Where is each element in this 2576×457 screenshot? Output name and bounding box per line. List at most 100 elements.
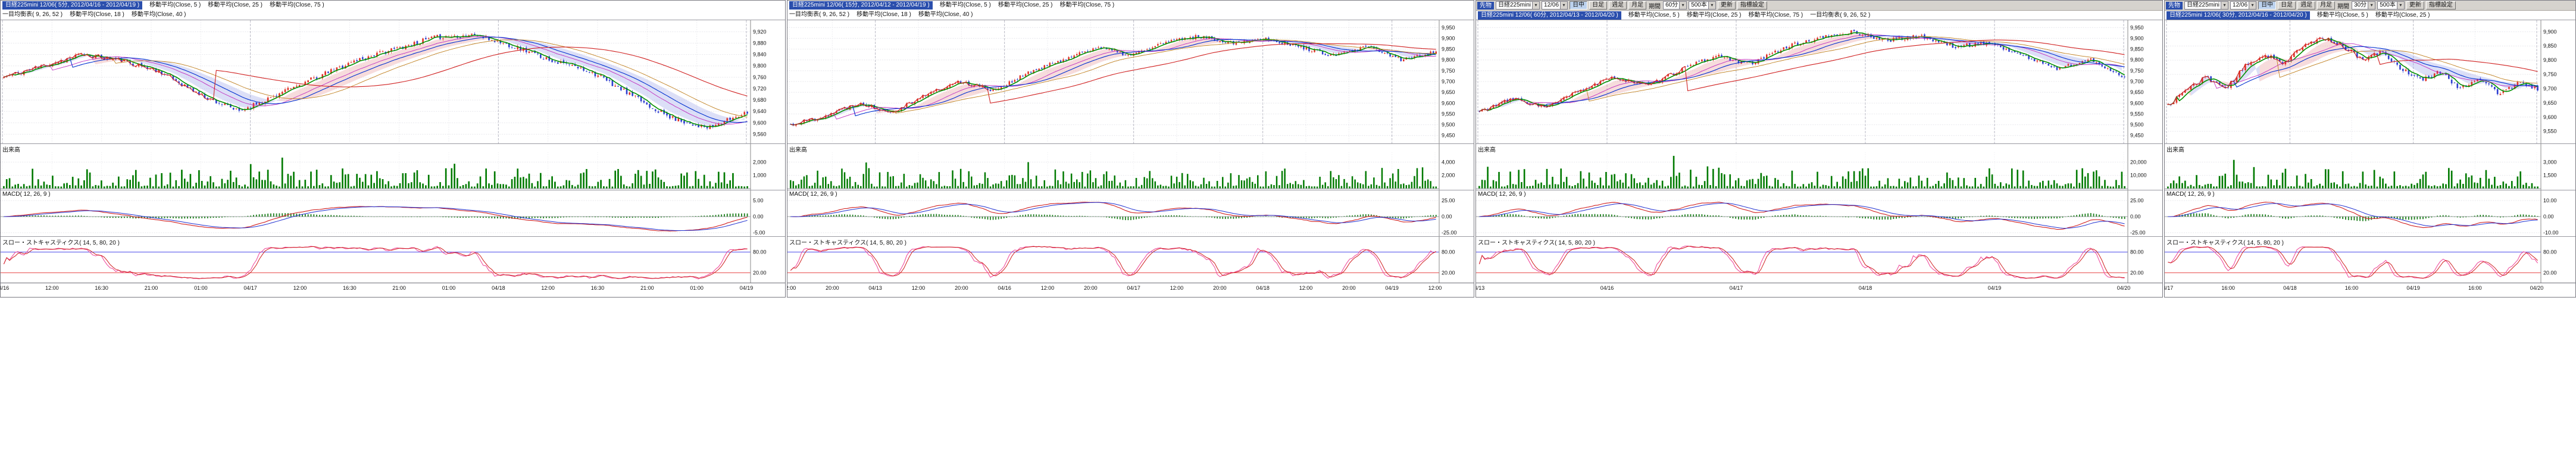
interval-button-4[interactable]: 月足: [1628, 1, 1646, 10]
volume-tick-label: 20,000: [2130, 159, 2147, 165]
interval-button-3[interactable]: 週足: [2297, 1, 2315, 10]
price-tick-label: 9,850: [1442, 46, 1455, 52]
interval-button-3[interactable]: 週足: [1609, 1, 1627, 10]
legend-item: 移動平均(Close, 18 ): [856, 10, 911, 20]
instrument-group-chip: 先物: [2166, 2, 2183, 10]
price-tick-label: 9,550: [2543, 129, 2557, 134]
price-chart-section: 9,9509,9009,8509,8009,7509,7009,6509,600…: [787, 20, 1474, 144]
time-axis-label: 04/13: [865, 285, 886, 291]
macd-tick-label: -10.00: [2543, 230, 2559, 236]
time-axis-label: 12:00: [908, 285, 929, 291]
time-axis-label: 04/20: [2114, 285, 2134, 291]
time-axis: 04/1304/1604/1704/1804/1904/20: [1476, 283, 2162, 298]
legend-item: 移動平均(Close, 5 ): [940, 1, 991, 10]
time-axis: 12:0020:0004/1312:0020:0004/1612:0020:00…: [787, 283, 1474, 298]
contract-select[interactable]: 12/06: [2230, 1, 2256, 10]
price-tick-label: 9,600: [1442, 100, 1455, 106]
legend-item: 一目均衡表( 9, 26, 52 ): [2, 10, 62, 20]
time-axis-label: 04/16: [995, 285, 1015, 291]
interval-button-1[interactable]: 日中: [1570, 1, 1587, 10]
macd-tick-label: 10.00: [2543, 198, 2557, 204]
stoch-tick-label: 20.00: [1442, 270, 1455, 276]
time-axis-label: 12:00: [1037, 285, 1058, 291]
price-chart-section: 9,9009,8509,8009,7509,7009,6509,6009,550: [2165, 20, 2575, 144]
price-tick-label: 9,600: [2543, 114, 2557, 120]
chart-title: 日経225mini 12/06( 5分, 2012/04/16 - 2012/0…: [2, 1, 142, 10]
price-tick-label: 9,650: [2130, 89, 2144, 95]
time-axis-label: 04/18: [488, 285, 508, 291]
price-tick-label: 9,550: [2130, 111, 2144, 117]
chart-canvas: 9,9009,8509,8009,7509,7009,6509,6009,550: [2165, 20, 2575, 144]
price-tick-label: 9,750: [1442, 68, 1455, 74]
interval-button-2[interactable]: 日足: [1589, 1, 1607, 10]
time-axis-label: 20:00: [1339, 285, 1359, 291]
stochastics-label: スロー・ストキャスティクス( 14, 5, 80, 20 ): [1478, 237, 1595, 246]
price-tick-label: 9,700: [2130, 79, 2144, 84]
period-select[interactable]: 60分: [1663, 1, 1687, 10]
volume-section: 出来高4,0002,000: [787, 143, 1474, 190]
macd-section: MACD( 12, 26, 9 )10.000.00-10.00: [2165, 190, 2575, 237]
price-tick-label: 9,450: [2130, 133, 2144, 139]
legend-row: 一目均衡表( 9, 26, 52 )移動平均(Close, 18 )移動平均(C…: [787, 10, 1474, 20]
period-select[interactable]: 30分: [2352, 1, 2375, 10]
interval-button-1[interactable]: 日中: [2258, 1, 2276, 10]
stoch-tick-label: 20.00: [2130, 270, 2144, 276]
legend-row: 日経225mini 12/06( 5分, 2012/04/16 - 2012/0…: [1, 1, 785, 10]
volume-label: 出来高: [1478, 145, 1496, 154]
volume-label: 出来高: [789, 145, 807, 154]
chart-title: 日経225mini 12/06( 15分, 2012/04/12 - 2012/…: [789, 1, 933, 10]
time-axis-label: 01:00: [190, 285, 211, 291]
price-tick-label: 9,800: [753, 63, 767, 69]
time-axis-label: 04/18: [1253, 285, 1273, 291]
price-tick-label: 9,700: [2543, 86, 2557, 92]
macd-tick-label: 0.00: [753, 214, 764, 220]
chart-canvas: 9,9509,9009,8509,8009,7509,7009,6509,600…: [1476, 20, 2162, 144]
chart-canvas: 9,9509,9009,8509,8009,7509,7009,6509,600…: [787, 20, 1474, 144]
price-tick-label: 9,750: [2543, 71, 2557, 77]
legend-item: 移動平均(Close, 5 ): [2317, 11, 2368, 20]
symbol-select[interactable]: 日経225mini: [1496, 1, 1540, 10]
volume-tick-label: 1,500: [2543, 173, 2557, 179]
legend-item: 移動平均(Close, 25 ): [998, 1, 1053, 10]
price-tick-label: 9,450: [1442, 133, 1455, 139]
volume-section: 出来高2,0001,000: [1, 143, 785, 190]
symbol-select[interactable]: 日経225mini: [2184, 1, 2228, 10]
price-tick-label: 9,900: [2130, 35, 2144, 41]
stochastics-section: スロー・ストキャスティクス( 14, 5, 80, 20 )80.0020.00: [2165, 236, 2575, 283]
apply-button[interactable]: 更新: [1718, 1, 1736, 10]
stochastics-label: スロー・ストキャスティクス( 14, 5, 80, 20 ): [2, 237, 120, 246]
price-tick-label: 9,500: [1442, 122, 1455, 128]
time-axis-label: 20:00: [822, 285, 842, 291]
price-tick-label: 9,680: [753, 97, 767, 103]
indicator-settings-button[interactable]: 指標設定: [2426, 1, 2456, 10]
interval-button-4[interactable]: 月足: [2317, 1, 2335, 10]
indicator-settings-button[interactable]: 指標設定: [1737, 1, 1767, 10]
macd-tick-label: 5.00: [753, 198, 764, 204]
apply-button[interactable]: 更新: [2406, 1, 2424, 10]
bars-select[interactable]: 500本: [2377, 1, 2405, 10]
time-axis: 04/1716:0004/1816:0004/1916:0004/20: [2165, 283, 2575, 298]
volume-label: 出来高: [2167, 145, 2184, 154]
time-axis-label: 12:00: [1296, 285, 1316, 291]
time-axis-label: 16:00: [2465, 285, 2485, 291]
time-axis-label: 04/17: [1124, 285, 1144, 291]
macd-section: MACD( 12, 26, 9 )5.000.00-5.00: [1, 190, 785, 237]
bars-select[interactable]: 500本: [1689, 1, 1716, 10]
price-tick-label: 9,720: [753, 86, 767, 92]
interval-button-2[interactable]: 日足: [2278, 1, 2296, 10]
time-axis-label: 12:00: [1425, 285, 1445, 291]
time-axis-label: 04/13: [1475, 285, 1488, 291]
macd-label: MACD( 12, 26, 9 ): [2167, 191, 2215, 198]
chart-canvas: 3,0001,500: [2165, 144, 2575, 190]
price-tick-label: 9,800: [2543, 57, 2557, 63]
price-tick-label: 9,800: [2130, 57, 2144, 63]
chart-canvas: 25.000.00-25.00: [1476, 190, 2162, 237]
legend-item: 移動平均(Close, 25 ): [2375, 11, 2430, 20]
price-tick-label: 9,640: [753, 108, 767, 114]
time-axis-label: 12:00: [1167, 285, 1187, 291]
price-tick-label: 9,560: [753, 131, 767, 137]
time-axis-label: 04/18: [1855, 285, 1875, 291]
time-axis-label: 04/19: [1984, 285, 2005, 291]
contract-select[interactable]: 12/06: [1542, 1, 1568, 10]
stochastics-section: スロー・ストキャスティクス( 14, 5, 80, 20 )80.0020.00: [787, 236, 1474, 283]
